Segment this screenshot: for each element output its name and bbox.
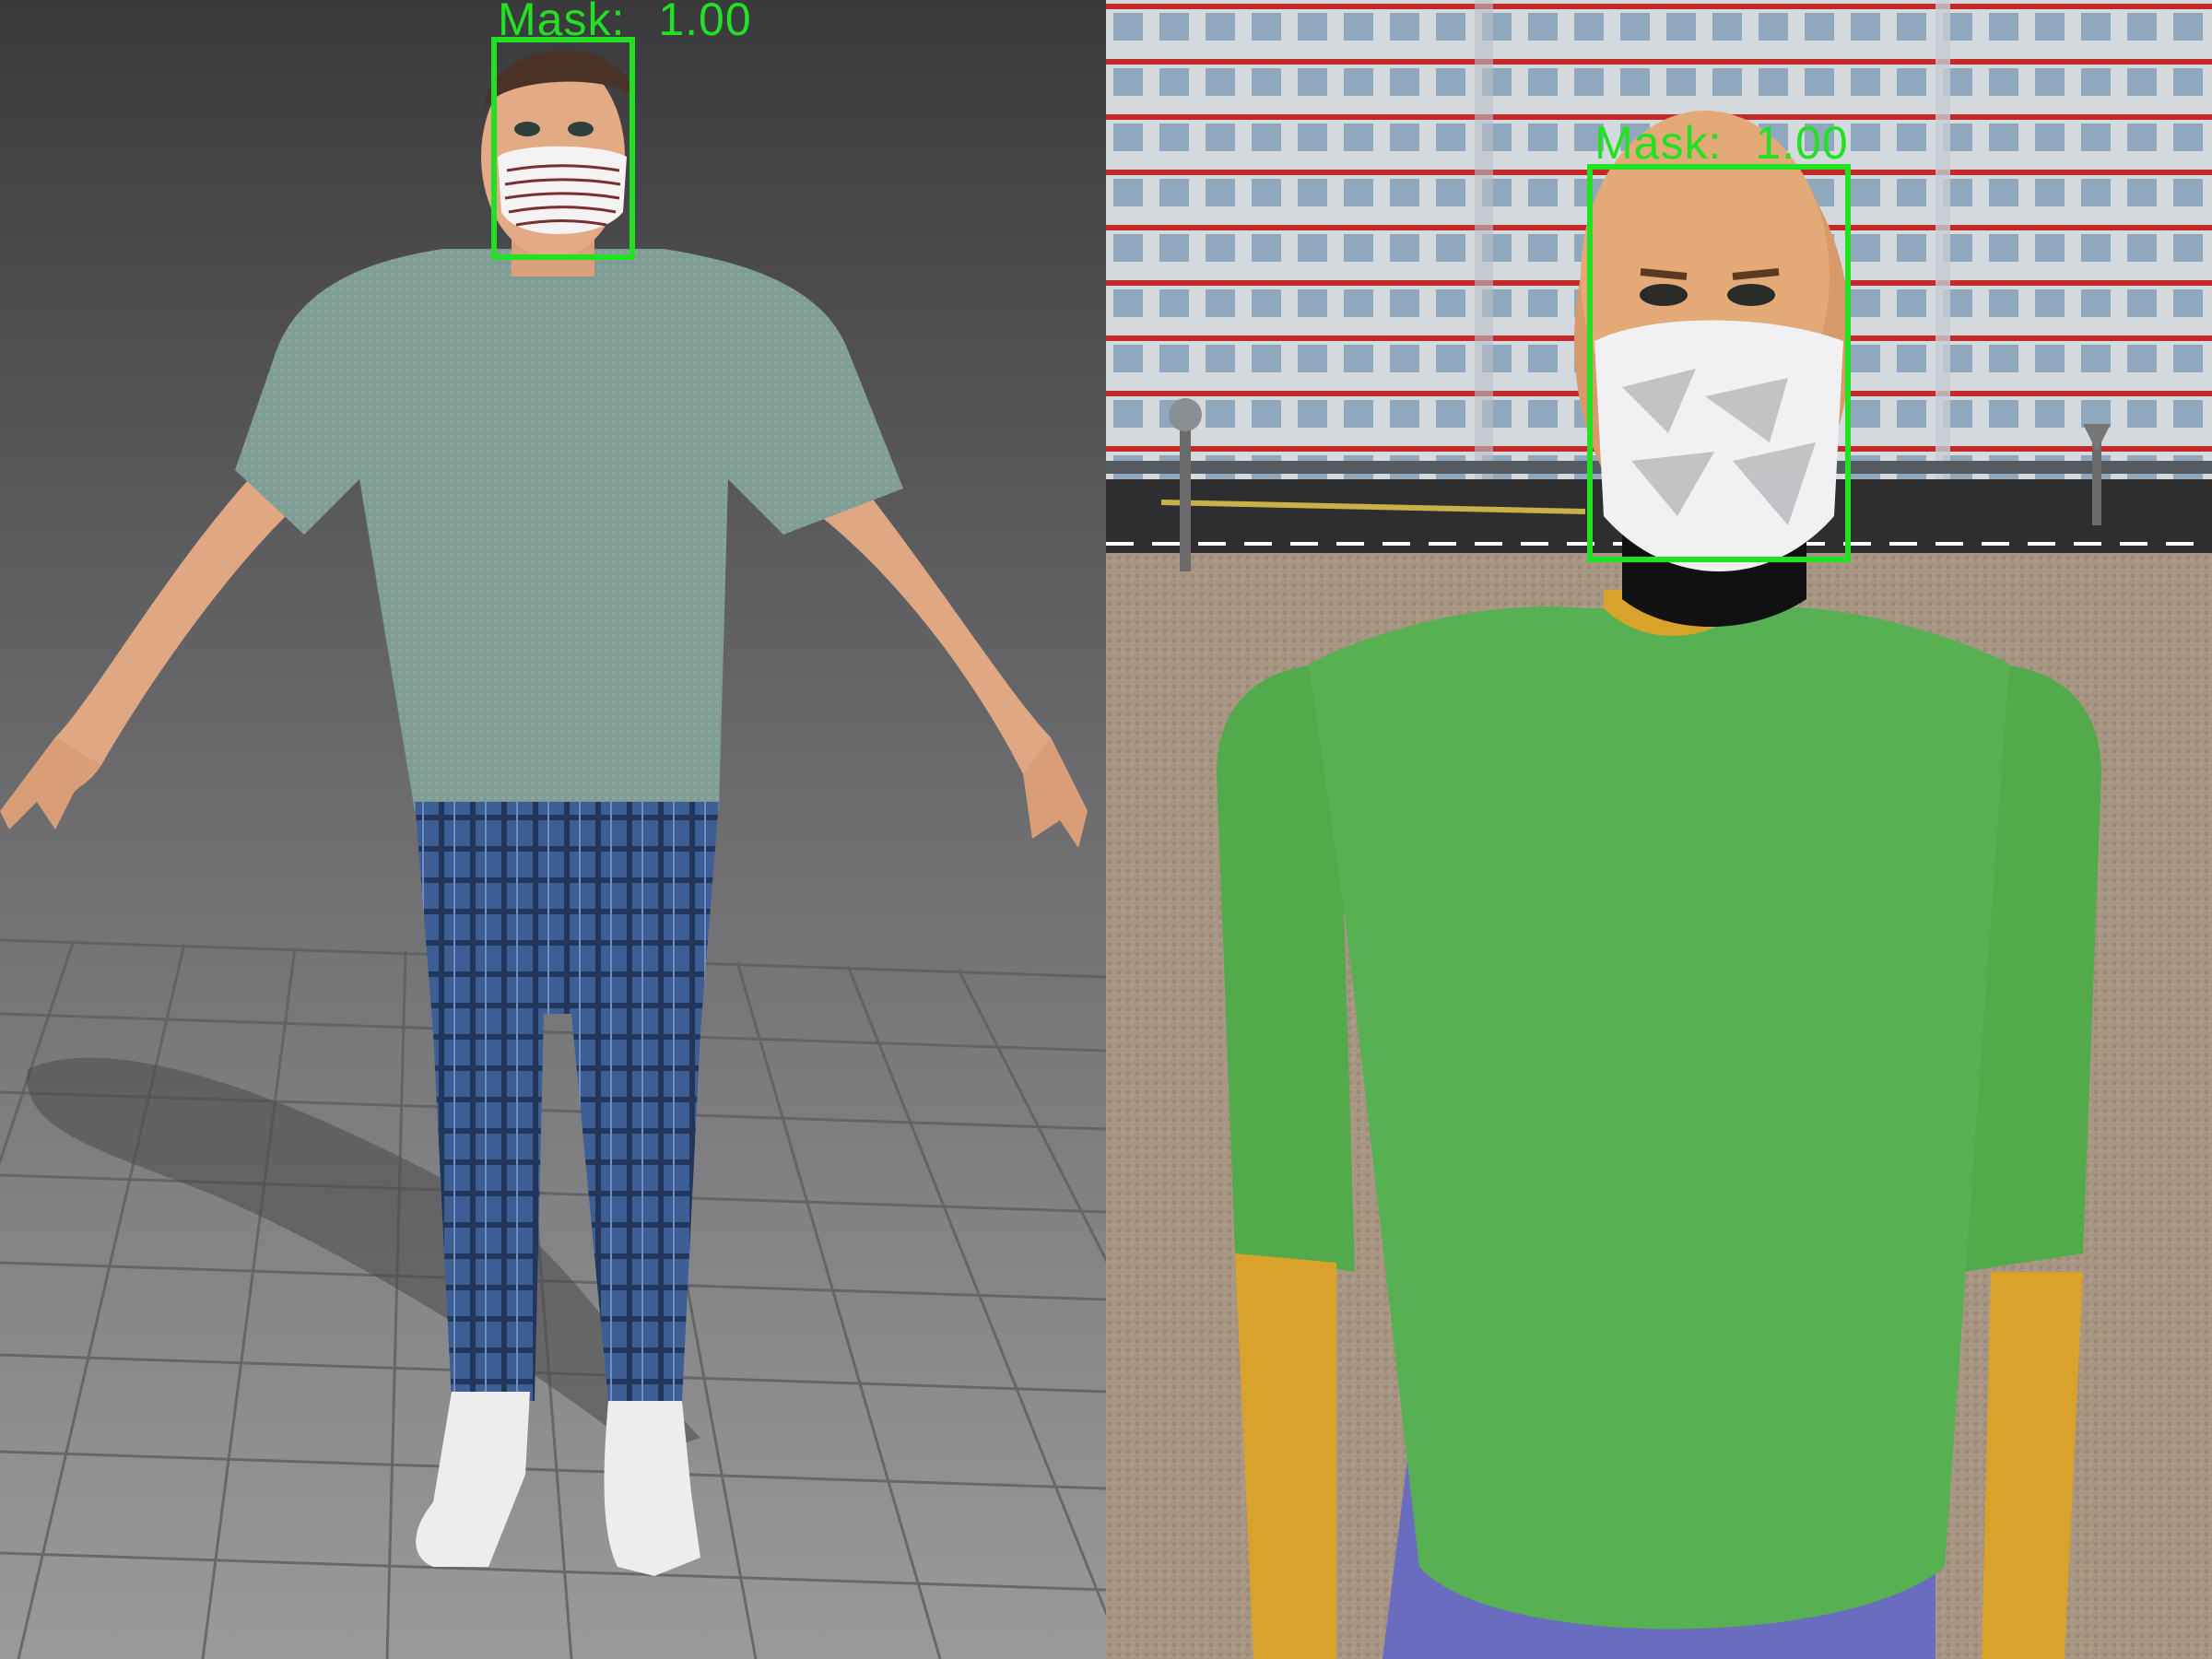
left-detection-score: 1.00	[658, 0, 752, 45]
right-detection-score: 1.00	[1755, 117, 1849, 169]
left-detection-class: Mask:	[498, 0, 626, 45]
left-detection-box	[491, 37, 635, 260]
left-render-panel: Mask: 1.00	[0, 0, 1106, 1659]
right-detection-box	[1587, 164, 1851, 562]
right-detection-label: Mask: 1.00	[1594, 120, 1849, 166]
right-detection-class: Mask:	[1594, 117, 1723, 169]
left-detection-label: Mask: 1.00	[498, 0, 752, 42]
right-render-panel: Mask: 1.00	[1106, 0, 2212, 1659]
